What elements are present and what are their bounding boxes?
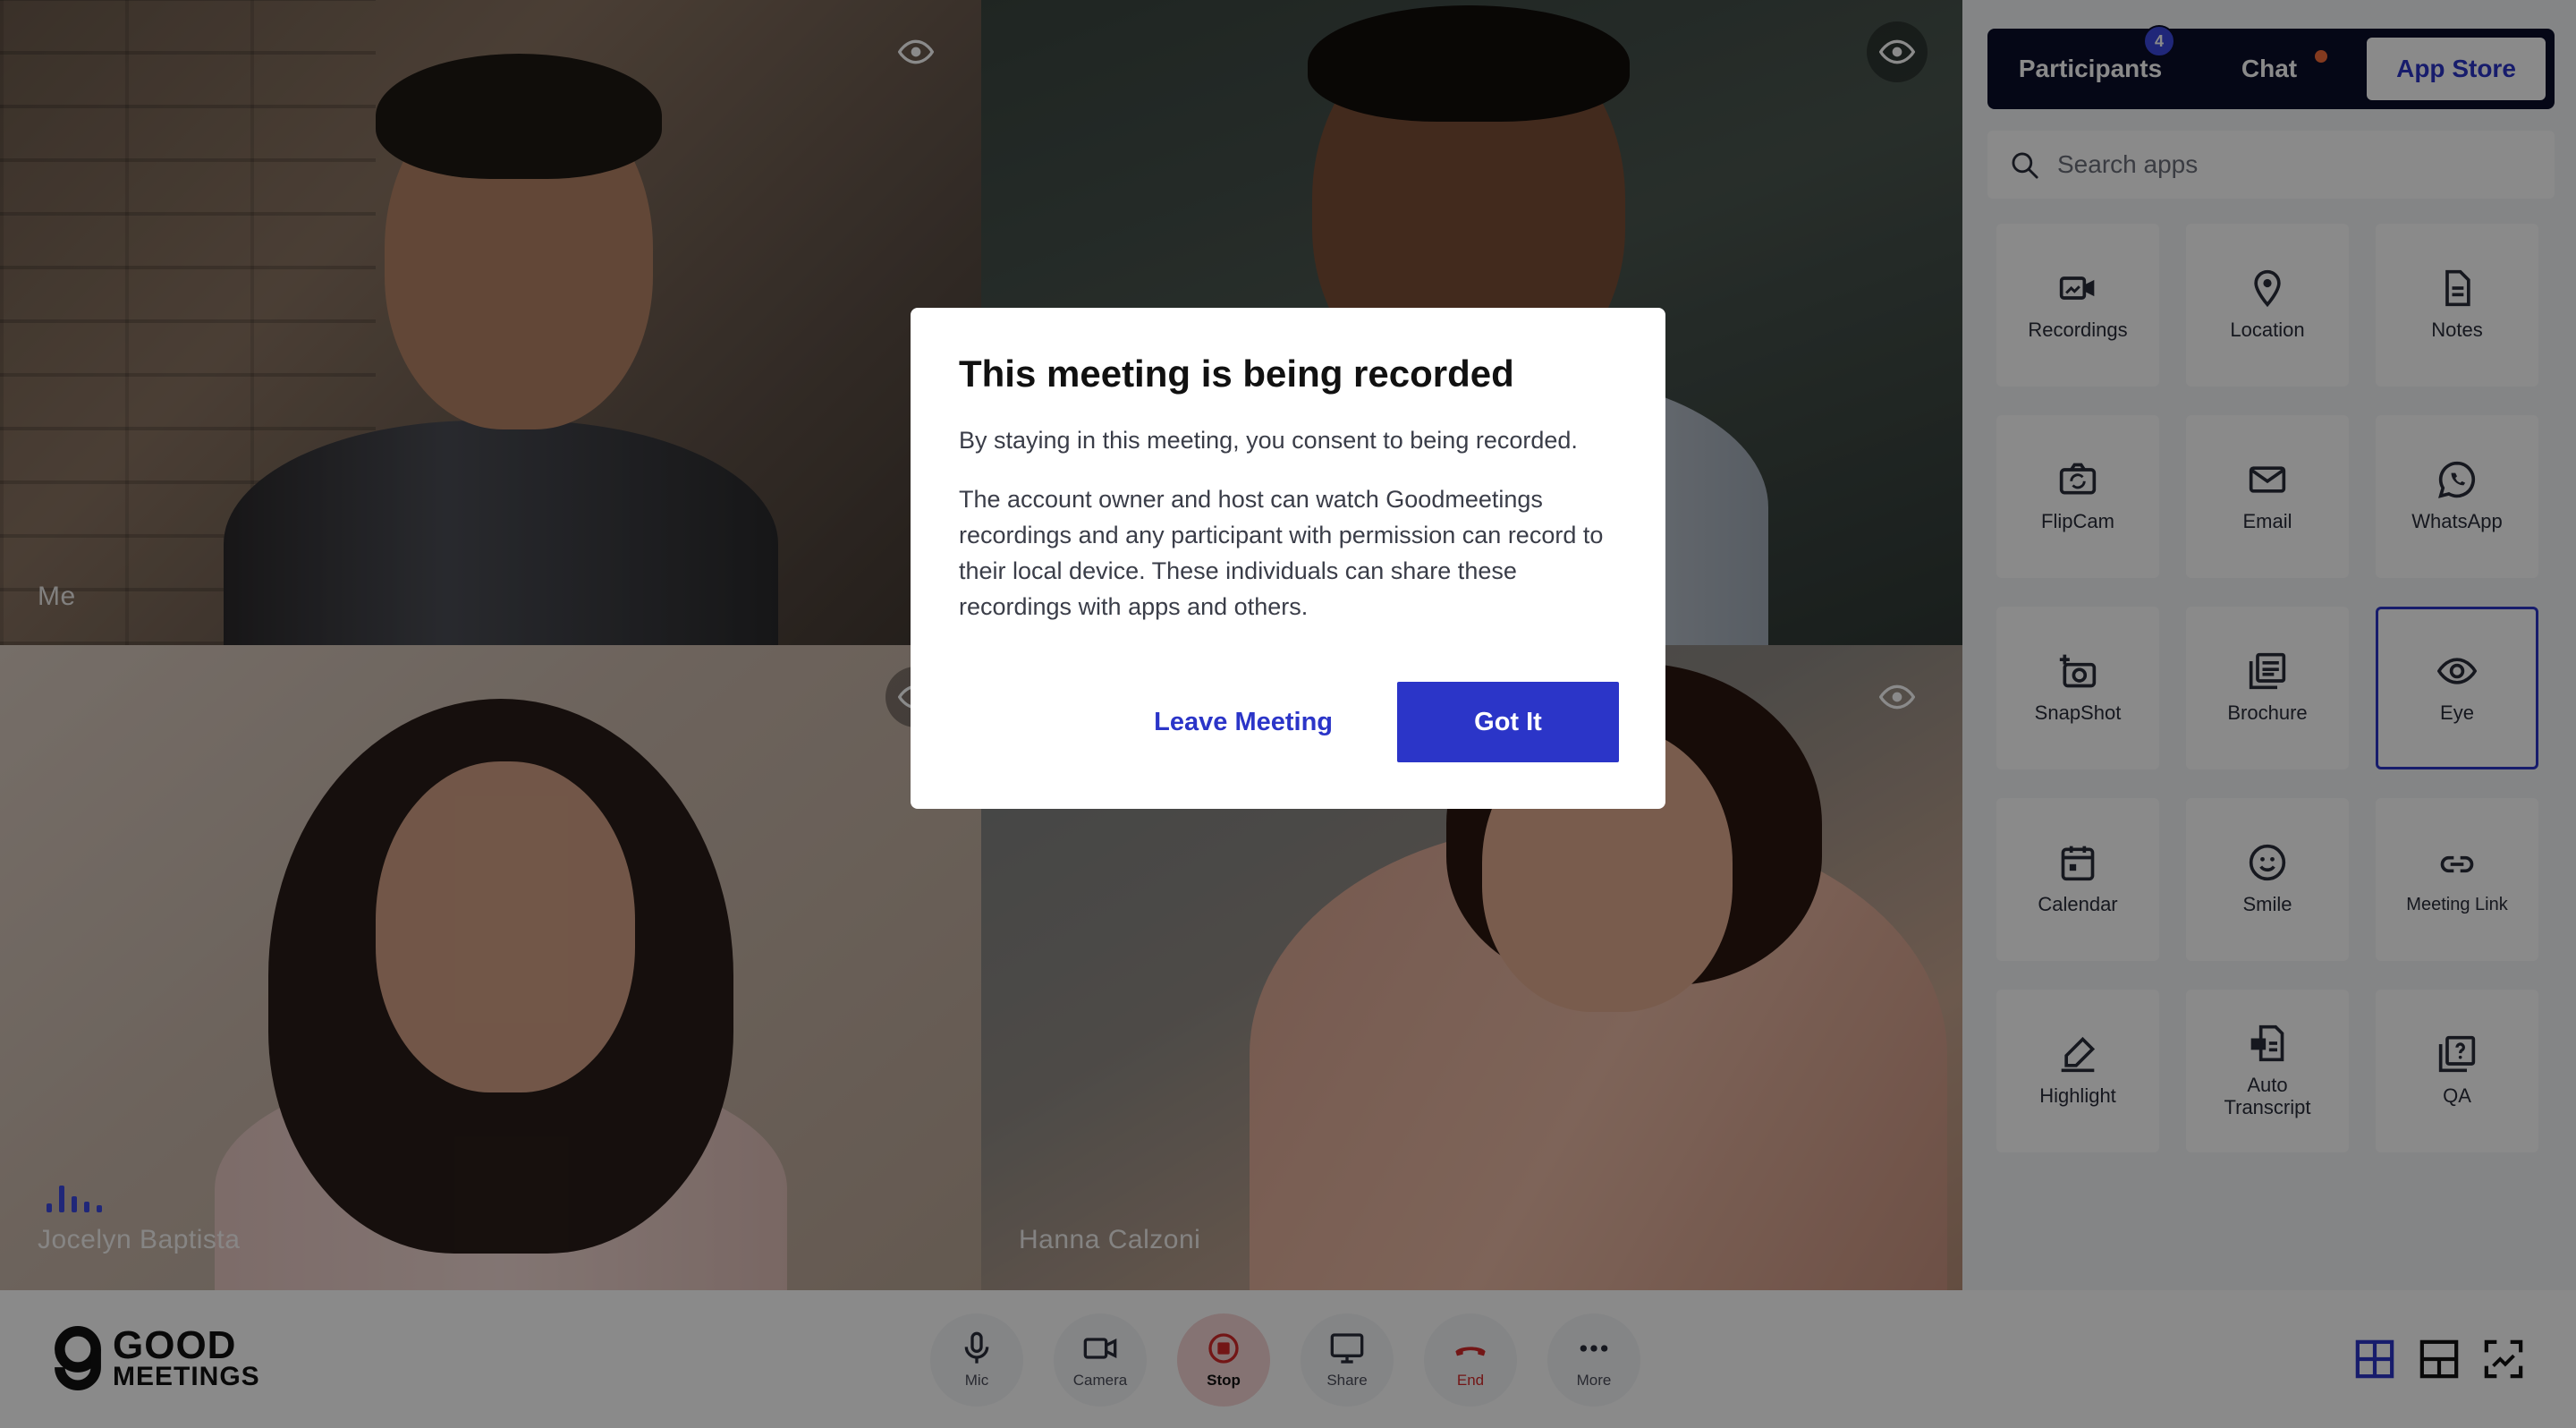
got-it-button[interactable]: Got It [1397,682,1619,762]
leave-meeting-button[interactable]: Leave Meeting [1154,708,1333,737]
dialog-text-consent: By staying in this meeting, you consent … [959,427,1578,454]
dialog-title: This meeting is being recorded [959,353,1514,395]
dialog-actions: Leave Meeting Got It [959,682,1619,762]
dialog-text-details: The account owner and host can watch Goo… [959,486,1604,620]
recording-consent-dialog: This meeting is being recorded By stayin… [911,308,1665,809]
